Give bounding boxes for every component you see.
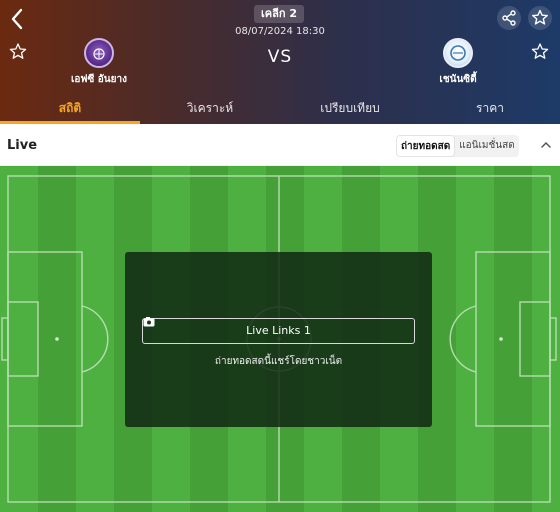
- video-camera-icon: [143, 317, 155, 327]
- home-team-logo[interactable]: [84, 38, 114, 68]
- share-button[interactable]: [497, 6, 521, 30]
- away-team-logo[interactable]: [443, 38, 473, 68]
- star-icon: [532, 9, 548, 25]
- favorite-button[interactable]: [528, 6, 552, 30]
- live-links-panel: Live Links 1 ถ่ายทอดสดนี้แชร์โดยชาวเน็ต: [125, 252, 432, 427]
- live-section-bar: Live ถ่ายทอดสด แอนิเมชั่นสด: [0, 124, 560, 166]
- chevron-up-icon[interactable]: [540, 140, 552, 150]
- tab-odds[interactable]: ราคา: [420, 94, 560, 124]
- live-link-button[interactable]: Live Links 1: [142, 317, 415, 344]
- home-team-name[interactable]: เอฟซี อันยาง: [49, 72, 149, 87]
- follow-home-star-icon[interactable]: [8, 42, 28, 62]
- live-mode-toggle: ถ่ายทอดสด แอนิเมชั่นสด: [396, 135, 519, 157]
- away-crest-icon: [450, 45, 466, 61]
- football-pitch: Live Links 1 ถ่ายทอดสดนี้แชร์โดยชาวเน็ต: [0, 166, 560, 512]
- live-note: ถ่ายทอดสดนี้แชร์โดยชาวเน็ต: [214, 356, 343, 367]
- live-link-label: Live Links 1: [246, 324, 311, 337]
- live-title: Live: [7, 138, 38, 153]
- tab-analysis[interactable]: วิเคราะห์: [140, 94, 280, 124]
- tab-compare[interactable]: เปรียบเทียบ: [280, 94, 420, 124]
- match-header: เคลีก 2 08/07/2024 18:30 VS เอฟซี อันยาง: [0, 0, 560, 124]
- tab-stats[interactable]: สถิติ: [0, 94, 140, 124]
- follow-away-star-icon[interactable]: [530, 42, 550, 62]
- share-icon: [502, 10, 516, 26]
- live-animation-option[interactable]: แอนิเมชั่นสด: [455, 135, 519, 157]
- match-datetime: 08/07/2024 18:30: [235, 26, 325, 37]
- home-crest-icon: [93, 48, 105, 60]
- league-badge[interactable]: เคลีก 2: [254, 5, 304, 23]
- live-stream-option[interactable]: ถ่ายทอดสด: [396, 135, 456, 157]
- match-tabs: สถิติ วิเคราะห์ เปรียบเทียบ ราคา: [0, 94, 560, 124]
- away-team-name[interactable]: เชนันซิตี้: [408, 72, 508, 87]
